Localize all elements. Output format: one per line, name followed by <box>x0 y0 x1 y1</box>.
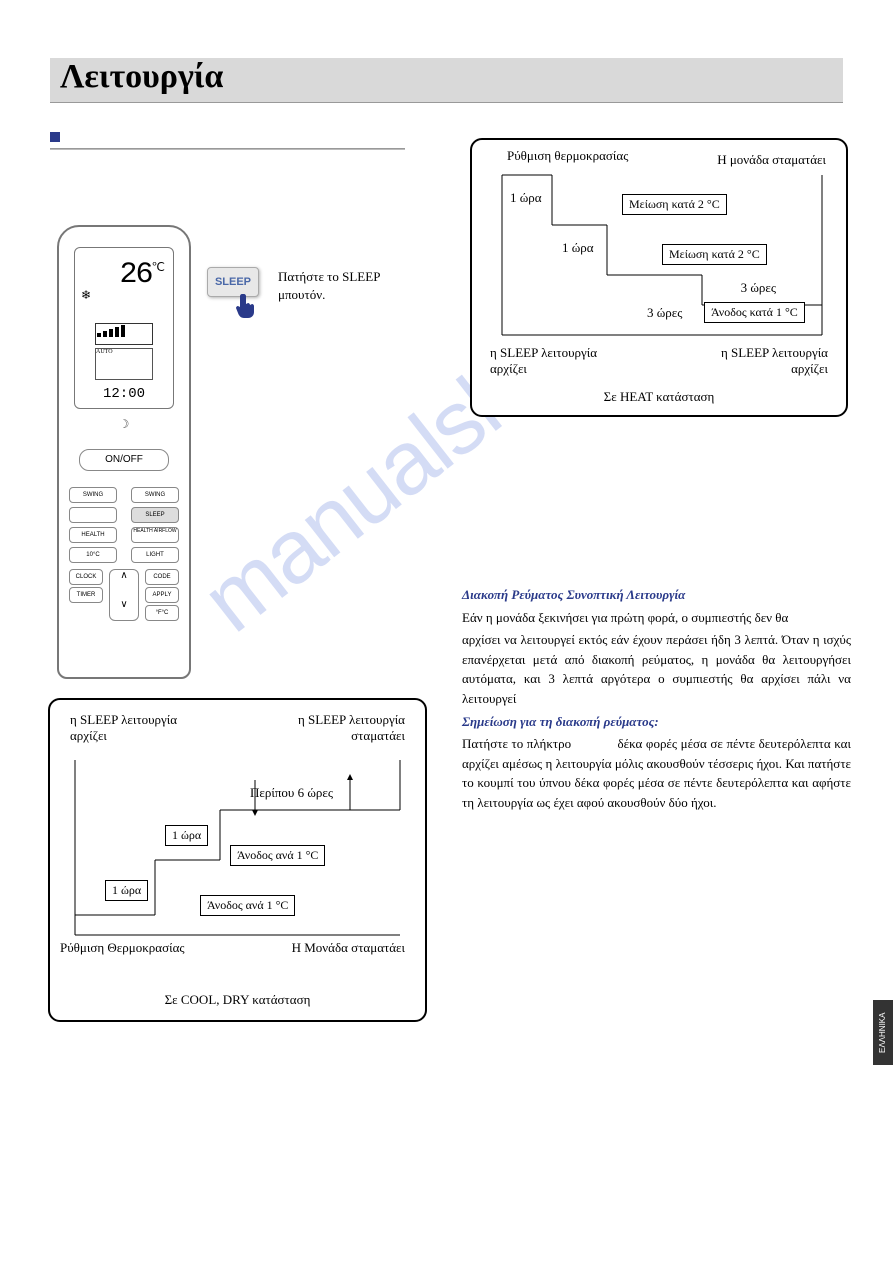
clock-button[interactable]: CLOCK <box>69 569 103 585</box>
code-button[interactable]: CODE <box>145 569 179 585</box>
cool-mode-label: Σε COOL, DRY κατάσταση <box>50 992 425 1008</box>
cool-temp-setting: Ρύθμιση Θερμοκρασίας <box>60 940 185 956</box>
cool-approx6: Περίπου 6 ώρες <box>250 785 333 801</box>
heat-unit-stops-label: Η μονάδα σταματάει <box>717 152 826 168</box>
page-title: Λειτουργία <box>50 58 843 96</box>
lcd-clock: 12:00 <box>75 386 173 402</box>
remote-control: 26℃ ❄ AUTO 12:00 ☽ ON/OFF SWING SWING SL… <box>57 225 191 679</box>
cool-unit-stops: Η Μονάδα σταματάει <box>292 940 405 956</box>
cool-sleep-start: η SLEEP λειτουργία αρχίζει <box>70 712 200 744</box>
health-button[interactable]: HEALTH <box>69 527 117 543</box>
cool-sleep-stop: η SLEEP λειτουργία σταματάει <box>265 712 405 744</box>
light-button[interactable]: LIGHT <box>131 547 179 563</box>
page-header: Λειτουργία <box>50 58 843 103</box>
snowflake-icon: ❄ <box>81 288 91 303</box>
heat-sleep-start-r: η SLEEP λειτουργία αρχίζει <box>708 345 828 377</box>
heat-dec2-box: Μείωση κατά 2 °C <box>662 244 767 265</box>
power-section: Διακοπή Ρεύματος Συνοπτική Λειτουργία <box>462 585 851 605</box>
lcd-auto-icon: AUTO <box>95 348 153 380</box>
cool-inc1-box: Άνοδος ανά 1 °C <box>230 845 325 866</box>
heat-mode-label: Σε HEAT κατάσταση <box>472 389 846 405</box>
cool-1h-2: 1 ώρα <box>105 880 148 901</box>
note-p: Πατήστε το πλήκτρο δέκα φορές μέσα σε πέ… <box>462 734 851 812</box>
swing-r-button[interactable]: SWING <box>131 487 179 503</box>
power-p2: αρχίσει να λειτουργεί εκτός εάν έχουν πε… <box>462 630 851 708</box>
remote-lcd: 26℃ ❄ AUTO 12:00 <box>74 247 174 409</box>
cool-inc2-box: Άνοδος ανά 1 °C <box>200 895 295 916</box>
lcd-fan-bars <box>95 323 153 345</box>
sleep-instruction: Πατήστε το SLEEP μπουτόν. <box>278 268 428 304</box>
cool-1h-1: 1 ώρα <box>165 825 208 846</box>
note-heading: Σημείωση για τη διακοπή ρεύματος: <box>462 712 851 732</box>
tenc-button[interactable]: 10°C <box>69 547 117 563</box>
heat-3h-2: 3 ώρες <box>647 305 682 321</box>
note-section: Σημείωση για τη διακοπή ρεύματος: <box>462 712 851 732</box>
moon-icon: ☽ <box>59 417 189 432</box>
swing-l-button[interactable]: SWING <box>69 487 117 503</box>
heat-inc-box: Άνοδος κατά 1 °C <box>704 302 805 323</box>
heat-sleep-start-l: η SLEEP λειτουργία αρχίζει <box>490 345 610 377</box>
apply-button[interactable]: APPLY <box>145 587 179 603</box>
language-tab: ΕΛΛΗΝΙΚΑ <box>873 1000 893 1065</box>
remote-buttons: SWING SWING SLEEP HEALTH HEALTH AIRFLOW … <box>69 487 179 662</box>
down-arrow-icon[interactable]: ∨ <box>110 599 138 610</box>
deg-button[interactable]: °F°C <box>145 605 179 621</box>
airflow-button[interactable]: HEALTH AIRFLOW <box>131 527 179 543</box>
onoff-button[interactable]: ON/OFF <box>79 449 169 471</box>
section-marker <box>50 132 60 142</box>
heat-temp-setting-label: Ρύθμιση θερμοκρασίας <box>507 148 628 164</box>
sleep-remote-button[interactable]: SLEEP <box>131 507 179 523</box>
lcd-temp: 26℃ <box>120 258 164 292</box>
power-heading: Διακοπή Ρεύματος Συνοπτική Λειτουργία <box>462 585 851 605</box>
heat-dec1-box: Μείωση κατά 2 °C <box>622 194 727 215</box>
heat-3h-1: 3 ώρες <box>741 280 776 296</box>
timer-button[interactable]: TIMER <box>69 587 103 603</box>
arrow-pad: ∧ ∨ <box>109 569 139 621</box>
heat-1h-2: 1 ώρα <box>562 240 594 256</box>
heat-1h-1: 1 ώρα <box>510 190 542 206</box>
blank-button[interactable] <box>69 507 117 523</box>
cool-diagram: η SLEEP λειτουργία αρχίζει η SLEEP λειτο… <box>48 698 427 1022</box>
heat-diagram: Ρύθμιση θερμοκρασίας Η μονάδα σταματάει … <box>470 138 848 417</box>
section-rule <box>50 148 405 150</box>
hand-pointer-icon <box>232 292 262 322</box>
power-p1: Εάν η μονάδα ξεκινήσει για πρώτη φορά, ο… <box>462 608 851 628</box>
up-arrow-icon[interactable]: ∧ <box>110 570 138 581</box>
